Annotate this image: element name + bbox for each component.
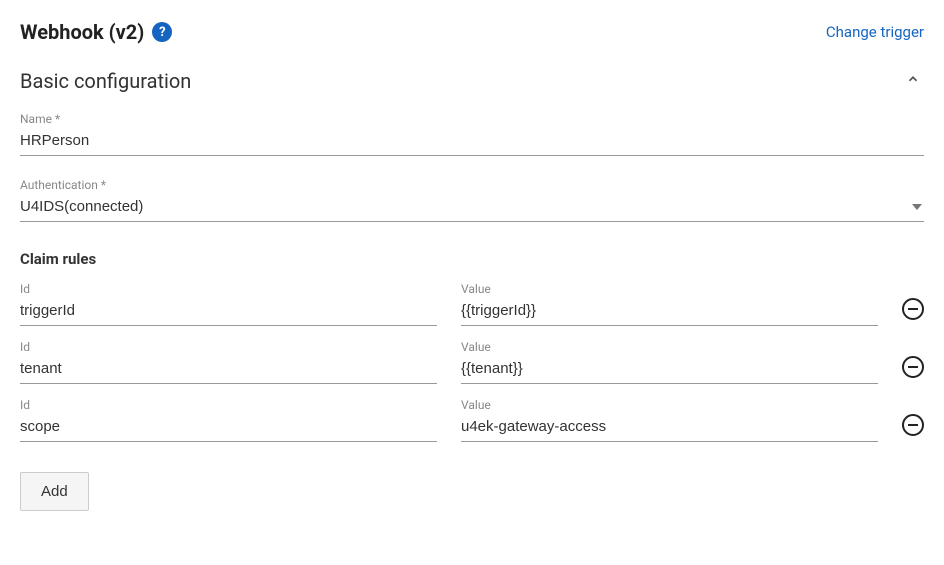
name-label: Name * bbox=[20, 112, 924, 126]
claim-value-col: Value bbox=[461, 282, 878, 326]
claim-id-input[interactable] bbox=[20, 356, 437, 384]
name-field: Name * bbox=[20, 112, 924, 156]
claim-value-input[interactable] bbox=[461, 356, 878, 384]
claim-value-input[interactable] bbox=[461, 298, 878, 326]
claim-row: Id Value bbox=[20, 282, 924, 326]
remove-icon[interactable] bbox=[902, 298, 924, 320]
claim-value-label: Value bbox=[461, 340, 878, 354]
chevron-up-icon[interactable] bbox=[902, 68, 924, 94]
claim-rules-list: Id Value Id Value Id Value bbox=[20, 282, 924, 442]
change-trigger-link[interactable]: Change trigger bbox=[826, 23, 924, 41]
claim-id-col: Id bbox=[20, 340, 437, 384]
section-header: Basic configuration bbox=[20, 68, 924, 94]
claim-id-col: Id bbox=[20, 282, 437, 326]
name-input[interactable] bbox=[20, 128, 924, 156]
claim-value-label: Value bbox=[461, 398, 878, 412]
claim-value-input[interactable] bbox=[461, 414, 878, 442]
authentication-label: Authentication * bbox=[20, 178, 924, 192]
claim-id-input[interactable] bbox=[20, 414, 437, 442]
claim-rules-title: Claim rules bbox=[20, 250, 924, 268]
claim-row: Id Value bbox=[20, 398, 924, 442]
claim-value-label: Value bbox=[461, 282, 878, 296]
remove-icon[interactable] bbox=[902, 356, 924, 378]
claim-id-label: Id bbox=[20, 398, 437, 412]
section-title: Basic configuration bbox=[20, 69, 191, 93]
header-row: Webhook (v2) ? Change trigger bbox=[20, 20, 924, 44]
authentication-field: Authentication * bbox=[20, 178, 924, 222]
page-title: Webhook (v2) ? bbox=[20, 20, 172, 44]
claim-id-label: Id bbox=[20, 282, 437, 296]
authentication-select[interactable] bbox=[20, 194, 924, 222]
claim-row: Id Value bbox=[20, 340, 924, 384]
claim-id-col: Id bbox=[20, 398, 437, 442]
help-icon[interactable]: ? bbox=[152, 22, 172, 42]
remove-icon[interactable] bbox=[902, 414, 924, 436]
claim-id-label: Id bbox=[20, 340, 437, 354]
claim-value-col: Value bbox=[461, 340, 878, 384]
title-text: Webhook (v2) bbox=[20, 20, 144, 44]
add-button[interactable]: Add bbox=[20, 472, 89, 511]
claim-id-input[interactable] bbox=[20, 298, 437, 326]
claim-value-col: Value bbox=[461, 398, 878, 442]
